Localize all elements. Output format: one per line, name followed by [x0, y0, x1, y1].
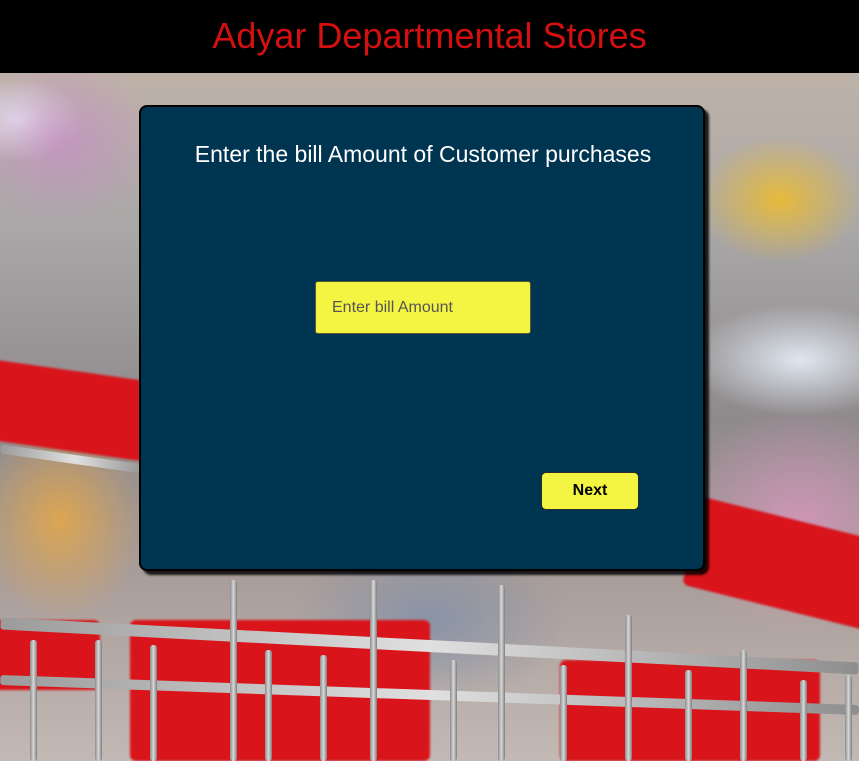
site-header: Adyar Departmental Stores [0, 0, 859, 73]
next-button[interactable]: Next [541, 472, 639, 510]
cart-wire-shape [230, 580, 237, 761]
cart-wire-shape [320, 655, 327, 761]
cart-wire-shape [265, 650, 272, 761]
cart-wire-shape [370, 580, 377, 761]
cart-wire-shape [625, 615, 632, 761]
store-title: Adyar Departmental Stores [212, 14, 647, 56]
bill-entry-card: Enter the bill Amount of Customer purcha… [139, 105, 705, 571]
cart-wire-shape [30, 640, 37, 761]
cart-wire-shape [740, 650, 747, 761]
cart-handle-shape [682, 497, 859, 633]
cart-handle-shape [0, 358, 155, 462]
bill-amount-input[interactable] [315, 281, 531, 334]
card-heading: Enter the bill Amount of Customer purcha… [194, 141, 652, 167]
cart-wire-shape [800, 680, 807, 761]
page: Adyar Departmental Stores Enter the bill… [0, 0, 859, 761]
cart-wire-shape [685, 670, 692, 761]
cart-wire-shape [498, 585, 505, 761]
cart-wire-shape [845, 675, 852, 761]
cart-wire-shape [150, 645, 157, 761]
cart-wire-shape [95, 640, 102, 761]
cart-wire-shape [450, 660, 457, 761]
cart-wire-shape [560, 665, 567, 761]
